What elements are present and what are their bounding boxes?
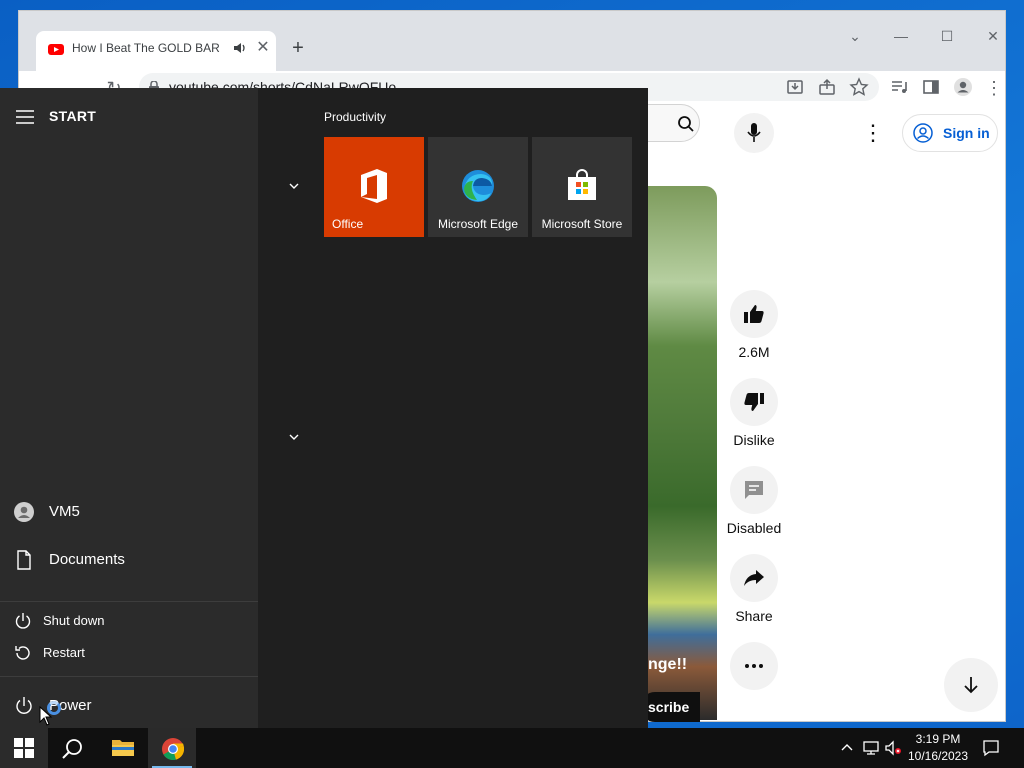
new-tab-icon[interactable]: + [287,38,309,60]
share-icon [744,570,764,586]
side-panel-icon[interactable] [921,77,941,97]
more-actions-button[interactable] [730,642,778,690]
chevron-up-icon[interactable] [838,739,856,757]
bookmark-star-icon[interactable] [849,77,869,97]
dislike-button[interactable] [730,378,778,426]
restart-label: Restart [43,645,85,660]
minimize-icon[interactable]: — [889,26,913,46]
browser-tab[interactable]: How I Beat The GOLD BAR Ch ✕ [36,31,276,71]
comment-icon [745,481,763,499]
yt-settings-more-icon[interactable]: ⋮ [862,118,884,148]
volume-muted-icon[interactable] [884,739,902,757]
start-tiles-area: Productivity Office Microsoft Edge Micro… [258,88,648,728]
edge-icon [462,170,494,202]
edge-tile-label: Microsoft Edge [437,217,519,231]
chrome-icon [162,738,184,760]
power-options-flyout: Shut down Restart [0,601,258,677]
restart-icon [15,646,30,660]
document-icon [17,550,31,570]
sign-in-label: Sign in [943,125,990,141]
close-tab-icon[interactable]: ✕ [254,39,272,57]
comments-label: Disabled [726,520,782,536]
account-icon [913,123,933,143]
speaker-icon[interactable] [232,40,248,56]
maximize-icon[interactable]: ☐ [935,26,959,46]
dislike-label: Dislike [733,432,775,448]
youtube-icon [48,44,64,55]
store-icon [568,169,596,200]
more-icon [745,664,763,668]
shut-down-option[interactable]: Shut down [0,606,258,636]
busy-spinner-icon [47,701,61,715]
start-sidebar: START VM5 Documents Shut down Restart Po… [0,88,258,728]
share-label: Share [735,608,773,624]
sign-in-button[interactable]: Sign in [902,114,998,152]
office-tile-label: Office [332,217,364,231]
search-icon [678,116,694,132]
share-button[interactable] [730,554,778,602]
file-explorer-icon [112,740,134,756]
user-avatar-icon [14,502,34,522]
file-explorer-button[interactable] [98,728,146,768]
tile-group-title: Productivity [324,110,387,124]
chevron-down-icon[interactable] [287,181,301,191]
chevron-down-icon[interactable] [287,432,301,442]
clock-date[interactable]: 10/16/2023 [902,749,974,763]
start-title: START [49,108,97,124]
clock-time[interactable]: 3:19 PM [902,732,974,746]
user-name-label: VM5 [49,503,80,520]
power-icon [15,613,31,629]
like-button[interactable] [730,290,778,338]
documents-item[interactable]: Documents [0,538,258,582]
thumbs-up-icon [744,305,764,323]
tab-search-icon[interactable]: ⌄ [843,26,867,46]
chrome-taskbar-button[interactable] [148,728,196,768]
taskbar: 3:19 PM 10/16/2023 [0,728,1024,768]
install-icon[interactable] [785,77,805,97]
like-count: 2.6M [738,344,770,360]
comments-button[interactable] [730,466,778,514]
user-account-item[interactable]: VM5 [0,490,258,534]
shut-down-label: Shut down [43,613,105,628]
store-tile-label: Microsoft Store [541,217,623,231]
start-button[interactable] [0,728,48,768]
start-menu: START VM5 Documents Shut down Restart Po… [0,88,648,728]
tab-title: How I Beat The GOLD BAR Ch [72,41,222,55]
arrow-down-icon [964,677,978,694]
office-icon [361,169,387,203]
share-page-icon[interactable] [817,77,837,97]
microphone-icon [747,123,761,142]
profile-icon[interactable] [953,77,973,97]
store-tile[interactable]: Microsoft Store [532,137,632,237]
search-icon [62,739,82,759]
edge-tile[interactable]: Microsoft Edge [428,137,528,237]
video-overlay-title: nge!! [648,656,688,673]
thumbs-down-icon [744,393,764,411]
close-window-icon[interactable]: ✕ [981,26,1005,46]
subscribe-label: scribe [648,699,690,715]
documents-label: Documents [49,551,125,568]
taskbar-search-button[interactable] [48,728,96,768]
network-icon[interactable] [862,739,880,757]
voice-search-button[interactable] [734,113,774,153]
tab-strip: How I Beat The GOLD BAR Ch ✕ + ⌄ — ☐ ✕ [19,11,1005,71]
windows-start-icon [14,738,34,758]
media-control-icon[interactable] [889,77,909,97]
action-center-icon[interactable] [982,739,1000,757]
office-tile[interactable]: Office [324,137,424,237]
next-video-button[interactable] [944,658,998,712]
chrome-menu-icon[interactable]: ⋮ [983,77,1005,99]
hamburger-menu-icon[interactable] [16,110,34,124]
power-icon [16,697,32,714]
restart-option[interactable]: Restart [0,638,258,668]
